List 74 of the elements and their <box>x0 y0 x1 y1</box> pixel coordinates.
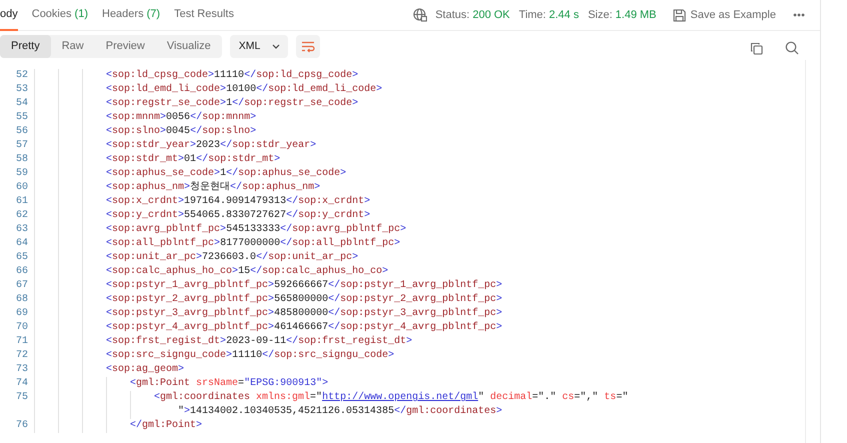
status-label: Time: <box>518 8 546 23</box>
line-number: 59 <box>15 167 30 181</box>
code-line: <sop:mnnm>0056</sop:mnnm> <box>106 111 258 125</box>
globe-icon <box>413 8 428 22</box>
line-number: 75 <box>15 391 30 405</box>
line-number: 56 <box>15 125 30 139</box>
line-number: 66 <box>15 265 30 279</box>
view-mode-tab[interactable]: Pretty <box>0 35 51 58</box>
line-number: 60 <box>15 181 30 195</box>
line-number: 53 <box>15 83 30 97</box>
code-line: <gml:Point srsName="EPSG:900913"> <box>130 377 330 391</box>
status-value: 2.44 s <box>548 8 579 23</box>
search-icon <box>785 41 799 56</box>
save-example-button[interactable]: Save as Example <box>673 6 776 24</box>
wrap-lines-icon <box>301 40 316 53</box>
code-line: <sop:avrg_pblntf_pc>545133333</sop:avrg_pblntf_pc> <box>106 223 408 237</box>
code-line: <sop:stdr_year>2023</sop:stdr_year> <box>106 139 318 153</box>
line-number: 55 <box>15 111 30 125</box>
status-label: Size: <box>588 8 612 23</box>
line-number: 73 <box>15 363 30 377</box>
caret-icon <box>272 44 280 49</box>
code-line: <sop:stdr_mt>01</sop:stdr_mt> <box>106 153 282 167</box>
status-value: 200 OK <box>472 8 510 23</box>
code-line: <sop:pstyr_3_avrg_pblntf_pc>485800000</sop:pstyr_3_avrg_pblntf_pc> <box>106 307 504 321</box>
code-line: <sop:aphus_nm>청운현대</sop:aphus_nm> <box>106 181 322 195</box>
line-number: 62 <box>15 209 30 223</box>
line-number: 64 <box>15 237 30 251</box>
code-line: <sop:ld_cpsg_code>11110</sop:ld_cpsg_code> <box>106 69 360 83</box>
response-tab[interactable]: Test Results <box>174 0 234 30</box>
line-number: 52 <box>15 69 30 83</box>
code-line: <sop:unit_ar_pc>7236603.0</sop:unit_ar_pc> <box>106 251 360 265</box>
format-dropdown[interactable]: XML <box>230 35 288 58</box>
more-icon <box>793 12 805 17</box>
code-line: <sop:pstyr_2_avrg_pblntf_pc>565800000</sop:pstyr_2_avrg_pblntf_pc> <box>106 293 504 307</box>
line-number: 74 <box>15 377 30 391</box>
view-mode-tab[interactable]: Preview <box>94 35 156 58</box>
status-label: Status: <box>435 8 470 23</box>
namespace-link[interactable]: http://www.opengis.net/gml <box>322 392 478 403</box>
line-number: 76 <box>15 419 30 433</box>
code-line: <sop:y_crdnt>554065.8330727627</sop:y_crdnt> <box>106 209 372 223</box>
code-line: <sop:ld_emd_li_code>10100</sop:ld_emd_li_code> <box>106 83 384 97</box>
code-line: <sop:x_crdnt>197164.9091479313</sop:x_crdnt> <box>106 195 372 209</box>
line-number: 54 <box>15 97 30 111</box>
line-number: 72 <box>15 349 30 363</box>
line-number: 61 <box>15 195 30 209</box>
code-line: <sop:all_pblntf_pc>8177000000</sop:all_pblntf_pc> <box>106 237 402 251</box>
code-line: <sop:ag_geom> <box>106 363 186 377</box>
line-number: 71 <box>15 335 30 349</box>
wrap-lines-button[interactable] <box>296 35 320 58</box>
status-value: 1.49 MB <box>615 8 656 23</box>
code-line: <sop:regstr_se_code>1</sop:regstr_se_code> <box>106 97 360 111</box>
code-line: </gml:Point> <box>130 419 204 433</box>
response-tab[interactable]: Cookies (1) <box>32 0 88 30</box>
view-mode-tab[interactable]: Visualize <box>156 35 222 58</box>
response-tab[interactable]: Headers (7) <box>102 0 160 30</box>
code-line: <sop:slno>0045</sop:slno> <box>106 125 258 139</box>
line-number: 68 <box>15 293 30 307</box>
response-tab[interactable]: ody <box>0 0 18 30</box>
line-number: 63 <box>15 223 30 237</box>
line-number: 70 <box>15 321 30 335</box>
line-number: 58 <box>15 153 30 167</box>
code-line: <sop:calc_aphus_ho_co>15</sop:calc_aphus_ho_co> <box>106 265 390 279</box>
code-line: <sop:src_signgu_code>11110</sop:src_signgu_code> <box>106 349 396 363</box>
code-line: <gml:coordinates xmlns:gml="http://www.opengis.net/gml" decimal="." cs="," ts=" ">14134002.10340535,4521126.05314385</gml:coordinates> <box>154 391 630 419</box>
copy-icon <box>750 42 762 55</box>
line-number: 57 <box>15 139 30 153</box>
line-number: 65 <box>15 251 30 265</box>
code-line: <sop:aphus_se_code>1</sop:aphus_se_code> <box>106 167 348 181</box>
code-line: <sop:frst_regist_dt>2023-09-11</sop:frst_regist_dt> <box>106 335 414 349</box>
view-mode-tab[interactable]: Raw <box>50 35 95 58</box>
line-number: 67 <box>15 279 30 293</box>
code-line: <sop:pstyr_4_avrg_pblntf_pc>461466667</sop:pstyr_4_avrg_pblntf_pc> <box>106 321 504 335</box>
line-number: 69 <box>15 307 30 321</box>
code-line: <sop:pstyr_1_avrg_pblntf_pc>592666667</sop:pstyr_1_avrg_pblntf_pc> <box>106 279 504 293</box>
